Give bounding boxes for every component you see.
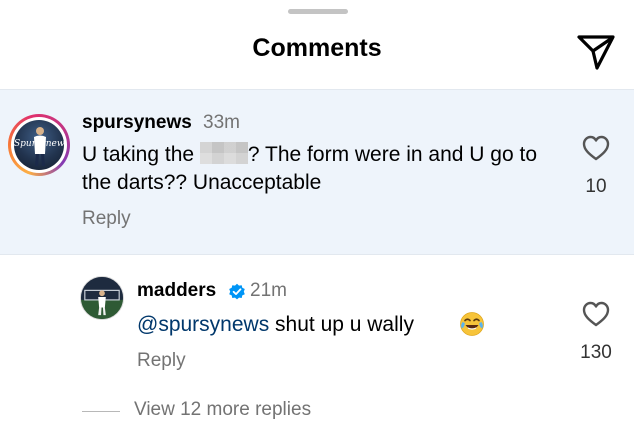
comment-username[interactable]: spursynews (82, 112, 192, 134)
reply-button[interactable]: Reply (82, 208, 131, 230)
reply-button[interactable]: Reply (137, 350, 186, 372)
divider-line (82, 411, 120, 412)
heart-icon[interactable] (581, 300, 611, 328)
comments-sheet: Comments Spursynews spursynews 33m U tak… (0, 0, 634, 427)
comment-timestamp: 21m (250, 280, 287, 301)
page-title: Comments (252, 34, 382, 62)
view-more-replies-button[interactable]: View 12 more replies (134, 399, 311, 421)
avatar-overlay-text: Spursynews (14, 139, 64, 149)
mention-link[interactable]: @spursynews (137, 313, 269, 336)
heart-icon[interactable] (581, 134, 611, 162)
like-count: 130 (580, 342, 612, 363)
comment-timestamp: 33m (203, 112, 240, 133)
verified-badge-icon (228, 283, 246, 301)
comment-text: U taking the ? The form were in and U go… (82, 141, 552, 197)
avatar-madders[interactable] (80, 276, 124, 320)
like-count: 10 (585, 176, 607, 197)
reply-text-part: shut up u wally (269, 313, 414, 336)
comment-text-part: U taking the (82, 143, 200, 166)
redacted-word (199, 142, 248, 164)
send-icon[interactable] (576, 33, 616, 71)
drag-handle[interactable] (288, 9, 348, 14)
avatar-spursynews[interactable]: Spursynews (8, 114, 70, 176)
comment-username[interactable]: madders (137, 280, 216, 302)
face-with-tears-of-joy-icon (459, 311, 485, 337)
